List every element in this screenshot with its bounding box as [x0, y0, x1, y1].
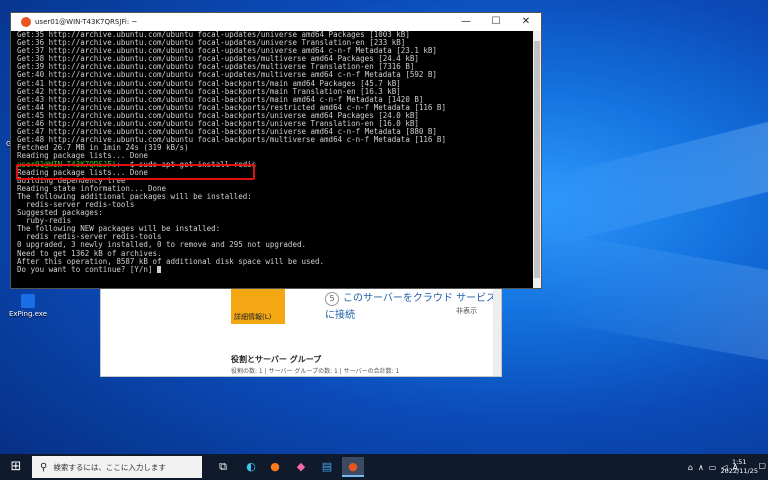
firefox-icon[interactable]: ● [264, 457, 286, 477]
terminal-titlebar[interactable]: user01@WIN-T43K7QRSJFi: ~ — ☐ ✕ [11, 13, 541, 31]
terminal-output[interactable]: Get:35 http://archive.ubuntu.com/ubuntu … [11, 31, 533, 288]
maximize-button[interactable]: ☐ [481, 13, 511, 31]
ubuntu-icon [21, 17, 31, 27]
terminal-line: Suggested packages: [17, 208, 103, 218]
search-placeholder: 検索するには、ここに入力します [53, 462, 166, 472]
terminal-window[interactable]: user01@WIN-T43K7QRSJFi: ~ — ☐ ✕ Get:35 h… [10, 12, 542, 289]
step-connect-cloud[interactable]: 5 このサーバーをクラウド サービスに接続 [325, 289, 501, 321]
search-icon: ⚲ [40, 461, 48, 473]
chevron-up-icon[interactable]: ∧ [698, 463, 704, 472]
taskbar: ⊞ ⚲ 検索するには、ここに入力します ⧉ ◐ ● ◆ ▤ ● ⌂ ∧ ▭ ◁ … [0, 454, 768, 480]
edge-icon[interactable]: ◐ [240, 457, 262, 477]
wallpaper-beam [540, 229, 768, 361]
terminal-cursor [156, 265, 161, 273]
clock-date: 2022/11/25 [720, 467, 758, 475]
command-highlight-box [16, 164, 255, 180]
roles-groups-summary: 役割の数: 1 | サーバー グループの数: 1 | サーバーの合計数: 1 [231, 368, 400, 375]
apps-icon[interactable]: ◆ [290, 457, 312, 477]
desktop-icon-exping[interactable]: ExPing.exe [8, 294, 48, 318]
people-icon[interactable]: ⌂ [688, 463, 693, 472]
notification-icon[interactable]: ▢ [758, 461, 766, 470]
detail-link[interactable]: 詳細情報(L) [234, 312, 271, 322]
search-box[interactable]: ⚲ 検索するには、ここに入力します [32, 456, 202, 478]
hide-link[interactable]: 非表示 [456, 306, 477, 316]
minimize-button[interactable]: — [451, 13, 481, 31]
terminal-title: user01@WIN-T43K7QRSJFi: ~ [35, 18, 138, 26]
roles-groups-title: 役割とサーバー グループ [231, 355, 322, 364]
clock-time: 1:51 [731, 458, 747, 466]
terminal-scrollbar[interactable] [533, 31, 541, 288]
terminal-line: Do you want to continue? [Y/n] [17, 265, 533, 274]
start-button[interactable]: ⊞ [0, 454, 32, 480]
server-manager-taskbar-icon[interactable]: ▤ [316, 457, 338, 477]
close-button[interactable]: ✕ [511, 13, 541, 31]
ubuntu-taskbar-icon[interactable]: ● [342, 457, 364, 477]
scrollbar-thumb[interactable] [534, 41, 540, 278]
quick-start-tile: 詳細情報(L) [231, 286, 285, 324]
exping-icon [21, 294, 35, 308]
network-icon[interactable]: ▭ [709, 463, 717, 472]
task-view-icon[interactable]: ⧉ [212, 457, 234, 477]
clock[interactable]: 1:51 2022/11/25 [721, 458, 758, 476]
wallpaper-beam [540, 121, 768, 249]
